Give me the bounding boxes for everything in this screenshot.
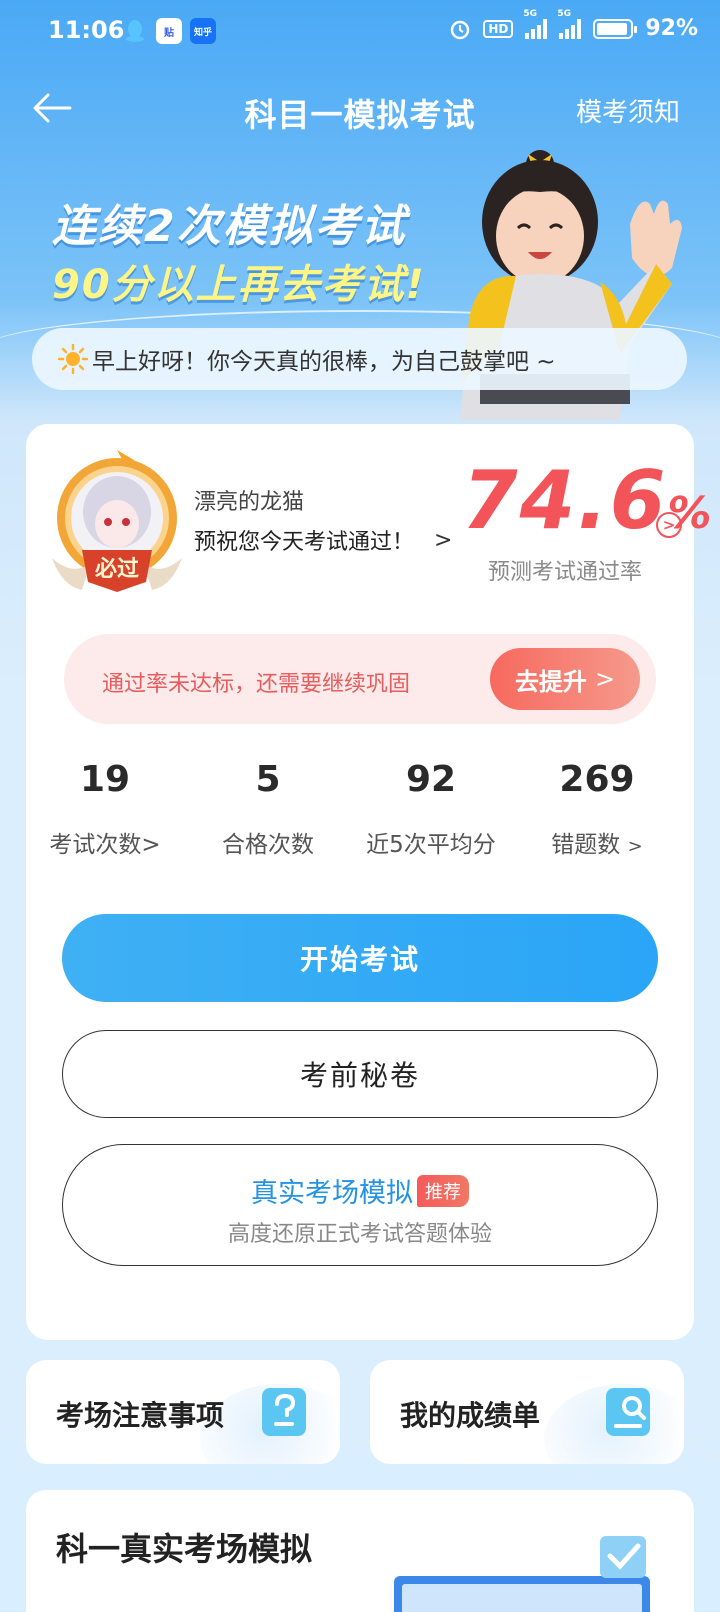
sun-icon [58,344,88,374]
stat-label: 错题数 > [551,832,643,858]
main-card: 必过 漂亮的龙猫 预祝您今天考试通过！ > 74.6% > 预测考试通过率 通过… [26,424,711,1340]
banner: 连续2次模拟考试 90分以上再去考试! 早上好呀！你今天真的很棒，为自己鼓掌吧 … [0,150,720,420]
stat-exam-count[interactable]: 19 考试次数> [20,759,190,859]
chevron-right-icon: > [434,527,453,553]
pass-rate-label: 预测考试通过率 [488,560,643,585]
real-exam-title-row: 真实考场模拟 推荐 [63,1171,657,1210]
stat-wrong-count[interactable]: 269 错题数 > [512,759,682,859]
battery-icon [593,18,638,39]
tile-label: 我的成绩单 [400,1399,541,1432]
chevron-right-icon: > [594,665,616,693]
real-exam-section: 科一真实考场模拟 [26,1490,694,1612]
improve-button[interactable]: 去提升 > [490,648,640,710]
top-nav: 科目一模拟考试 模考须知 [0,70,720,150]
hd-icon: HD [483,19,514,38]
wish-link[interactable]: 预祝您今天考试通过！ > [194,524,452,556]
real-exam-title: 真实考场模拟 [251,1178,413,1209]
stats-row: 19 考试次数> 5 合格次数 92 近5次平均分 269 错题数 > [26,759,694,879]
alarm-icon [451,20,470,39]
secret-paper-button[interactable]: 考前秘卷 [62,1030,658,1118]
status-right: HD 5G 5G 92% [449,9,698,41]
pass-rate-number: 74.6 [462,454,668,547]
user-name: 漂亮的龙猫 [194,490,305,515]
start-exam-button[interactable]: 开始考试 [62,914,658,1002]
stat-value: 269 [559,759,635,800]
tile-label: 考场注意事项 [56,1399,225,1432]
banner-line2: 90分以上再去考试! [52,262,426,308]
status-bar: 11:06 贴 知乎 HD 5G 5G 92% [0,0,720,64]
stat-value: 92 [405,759,457,800]
pass-badge-avatar[interactable]: 必过 [42,446,192,596]
wish-text: 预祝您今天考试通过！ [194,530,415,555]
real-exam-subtitle: 高度还原正式考试答题体验 [227,1222,492,1247]
pass-rate-arrow-icon[interactable]: > [656,512,682,538]
tieba-icon: 贴 [156,18,182,44]
warning-bar: 通过率未达标，还需要继续巩固 去提升 > [64,634,656,724]
stat-label: 近5次平均分 [366,832,496,858]
stat-pass-count: 5 合格次数 [183,759,353,859]
badge-text: 必过 [95,556,139,582]
stat-value: 19 [79,759,131,800]
section-title: 科一真实考场模拟 [56,1530,313,1568]
signal-icon-2: 5G [557,9,582,39]
greeting-text: 早上好呀！你今天真的很棒，为自己鼓掌吧 ~ [92,349,556,375]
recommend-badge: 推荐 [417,1174,469,1207]
stat-label: 考试次数> [49,832,161,858]
warning-text: 通过率未达标，还需要继续巩固 [102,672,411,697]
exam-screen-thumbnail[interactable] [386,1528,650,1612]
exam-notice-link[interactable]: 模考须知 [576,92,680,129]
improve-button-label: 去提升 [514,667,587,696]
chevron-right-icon: > [627,836,643,857]
search-report-icon [606,1388,650,1436]
signal-icon-1: 5G [523,9,548,39]
real-exam-sim-button[interactable]: 真实考场模拟 推荐 高度还原正式考试答题体验 [62,1144,658,1266]
exam-notice-tile[interactable]: 考场注意事项 [26,1360,340,1464]
banner-line1: 连续2次模拟考试 [52,201,407,252]
stat-value: 5 [255,759,281,800]
status-time: 11:06 [48,16,125,44]
zhihu-icon: 知乎 [190,18,216,44]
greeting-bubble: 早上好呀！你今天真的很棒，为自己鼓掌吧 ~ [32,328,687,390]
battery-percent: 92% [645,16,698,41]
question-icon [262,1388,306,1436]
stat-label: 合格次数 [222,832,314,858]
qq-icon [122,18,148,44]
stat-average-score: 92 近5次平均分 [346,759,516,859]
score-report-tile[interactable]: 我的成绩单 [370,1360,684,1464]
